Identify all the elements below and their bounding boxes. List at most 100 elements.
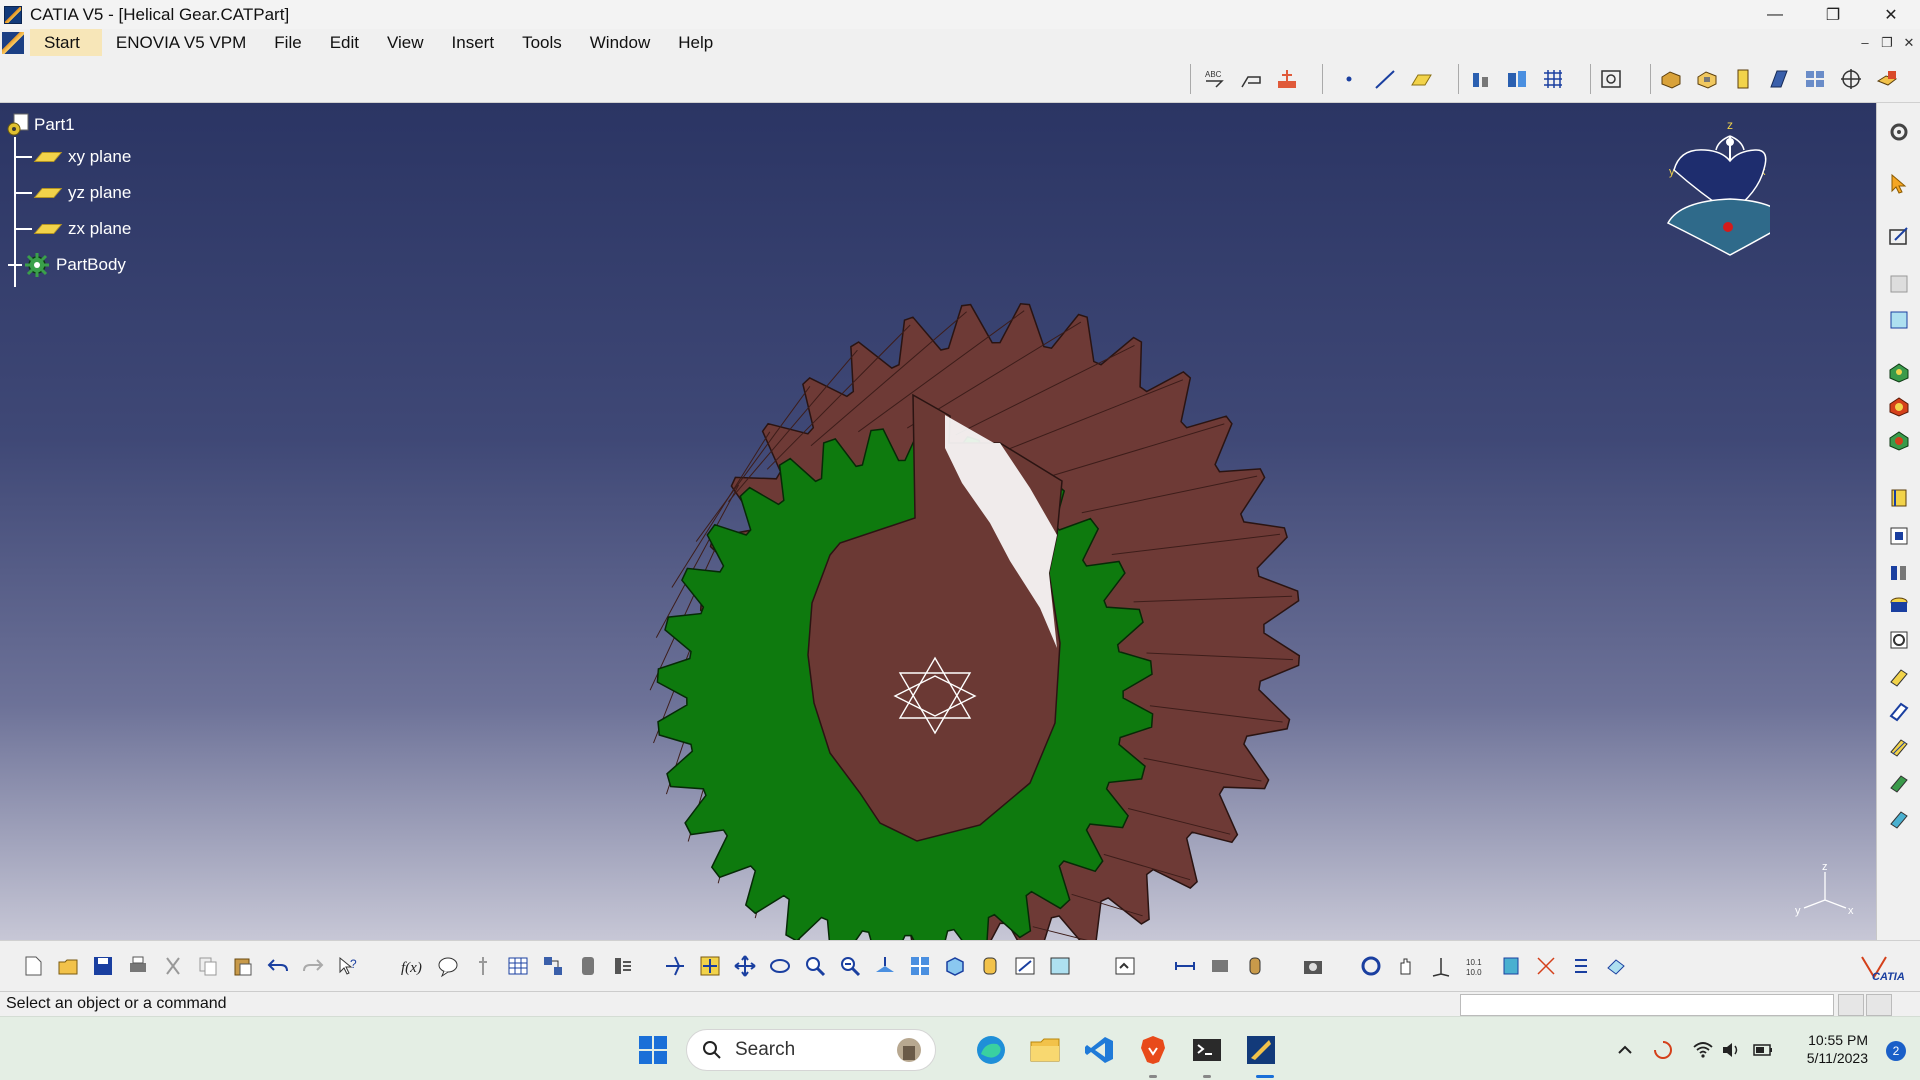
- knowledge-advisor-icon[interactable]: [433, 951, 463, 981]
- redo-icon[interactable]: [298, 951, 328, 981]
- zoom-in-icon[interactable]: [800, 951, 830, 981]
- pan-icon[interactable]: [730, 951, 760, 981]
- capture-camera-icon[interactable]: [1298, 951, 1328, 981]
- sketch-analysis-icon[interactable]: [1356, 951, 1386, 981]
- open-folder-icon[interactable]: [53, 951, 83, 981]
- remove-face-icon[interactable]: [1884, 625, 1914, 655]
- menu-insert[interactable]: Insert: [438, 29, 509, 56]
- scaling-icon[interactable]: [1884, 803, 1914, 833]
- catia-menu-logo-icon[interactable]: [2, 31, 24, 54]
- whats-this-help-icon[interactable]: ?: [333, 951, 363, 981]
- copy-icon[interactable]: [193, 951, 223, 981]
- point-icon[interactable]: [1334, 64, 1364, 94]
- menu-edit[interactable]: Edit: [316, 29, 373, 56]
- hand-tool-icon[interactable]: [1391, 951, 1421, 981]
- cut-icon[interactable]: [158, 951, 188, 981]
- axis-icon[interactable]: [1426, 951, 1456, 981]
- print-icon[interactable]: [123, 951, 153, 981]
- command-options-button[interactable]: [1866, 994, 1892, 1016]
- measure-between-icon[interactable]: [1170, 951, 1200, 981]
- doc-restore-button[interactable]: ❐: [1876, 29, 1898, 56]
- instantiate-icon[interactable]: [538, 951, 568, 981]
- taskbar-clock[interactable]: 10:55 PM 5/11/2023: [1807, 1031, 1868, 1067]
- constraint-icon[interactable]: [1531, 951, 1561, 981]
- pattern-icon[interactable]: [1800, 64, 1830, 94]
- parameters-icon[interactable]: [1466, 64, 1496, 94]
- terminal-icon[interactable]: [1190, 1033, 1224, 1067]
- undo-icon[interactable]: [263, 951, 293, 981]
- battery-icon[interactable]: [1752, 1039, 1774, 1061]
- measure-inertia-icon[interactable]: [1240, 951, 1270, 981]
- pad-icon[interactable]: [1656, 64, 1686, 94]
- axis-system-icon[interactable]: [1836, 64, 1866, 94]
- taskbar-search[interactable]: Search: [686, 1029, 936, 1071]
- fly-mode-icon[interactable]: [660, 951, 690, 981]
- rib-icon[interactable]: [1764, 64, 1794, 94]
- menu-view[interactable]: View: [373, 29, 438, 56]
- shading-icon[interactable]: [975, 951, 1005, 981]
- 3d-viewport[interactable]: Part1 xy plane yz plane zx plane PartBod…: [0, 103, 1876, 940]
- law-icon[interactable]: [468, 951, 498, 981]
- volume-icon[interactable]: [1720, 1039, 1742, 1061]
- flag-note-icon[interactable]: [1236, 64, 1266, 94]
- new-file-icon[interactable]: [18, 951, 48, 981]
- toolbar-grip-icon[interactable]: [1884, 269, 1914, 299]
- fillet-icon[interactable]: [1884, 391, 1914, 421]
- split-icon[interactable]: [1884, 483, 1914, 513]
- fit-all-icon[interactable]: [695, 951, 725, 981]
- command-input[interactable]: [1460, 994, 1834, 1016]
- design-table-icon[interactable]: [503, 951, 533, 981]
- close-button[interactable]: ✕: [1862, 0, 1920, 29]
- options-gear-icon[interactable]: [1884, 117, 1914, 147]
- sync-icon[interactable]: [1652, 1039, 1674, 1061]
- rotate-icon[interactable]: [1884, 695, 1914, 725]
- select-arrow-icon[interactable]: [1884, 169, 1914, 199]
- menu-start[interactable]: Start: [30, 29, 102, 56]
- line-icon[interactable]: [1370, 64, 1400, 94]
- notification-badge[interactable]: 2: [1886, 1041, 1906, 1061]
- pocket-icon[interactable]: [1692, 64, 1722, 94]
- workbench-icon[interactable]: [1601, 951, 1631, 981]
- doc-close-button[interactable]: ✕: [1898, 29, 1920, 56]
- menu-window[interactable]: Window: [576, 29, 664, 56]
- helical-gear-model[interactable]: [0, 103, 1876, 940]
- text-annotation-icon[interactable]: ABC: [1200, 64, 1230, 94]
- hide-show-icon[interactable]: [1010, 951, 1040, 981]
- update-icon[interactable]: [1110, 951, 1140, 981]
- measure-item-icon[interactable]: [1205, 951, 1235, 981]
- windows-start-icon[interactable]: [636, 1033, 670, 1067]
- chamfer-icon[interactable]: [1884, 425, 1914, 455]
- isometric-view-icon[interactable]: [940, 951, 970, 981]
- grid-icon[interactable]: [1538, 64, 1568, 94]
- measure-icon[interactable]: [1272, 64, 1302, 94]
- rule-icon[interactable]: [608, 951, 638, 981]
- restore-button[interactable]: ❐: [1804, 0, 1862, 29]
- minimize-button[interactable]: —: [1746, 0, 1804, 29]
- rotate-view-icon[interactable]: [765, 951, 795, 981]
- show-hidden-icons-chevron-icon[interactable]: [1614, 1039, 1636, 1061]
- graduation-icon[interactable]: 10.1 10.0: [1461, 951, 1491, 981]
- menu-tools[interactable]: Tools: [508, 29, 576, 56]
- compass-icon[interactable]: z y x: [1660, 103, 1770, 283]
- thickness-icon[interactable]: [1884, 521, 1914, 551]
- zoom-out-icon[interactable]: [835, 951, 865, 981]
- vscode-icon[interactable]: [1082, 1033, 1116, 1067]
- swap-visible-space-icon[interactable]: [1045, 951, 1075, 981]
- edge-browser-icon[interactable]: [974, 1033, 1008, 1067]
- brave-browser-icon[interactable]: [1136, 1033, 1170, 1067]
- wifi-icon[interactable]: [1692, 1039, 1714, 1061]
- fit-all-in-icon[interactable]: [1596, 64, 1626, 94]
- save-icon[interactable]: [88, 951, 118, 981]
- catia-taskbar-icon[interactable]: [1244, 1033, 1278, 1067]
- catalog-browser-icon[interactable]: [573, 951, 603, 981]
- multi-view-icon[interactable]: [905, 951, 935, 981]
- paste-icon[interactable]: [228, 951, 258, 981]
- formula-icon[interactable]: f(x): [398, 951, 428, 981]
- shaft-icon[interactable]: [1728, 64, 1758, 94]
- normal-view-icon[interactable]: [870, 951, 900, 981]
- apply-material-icon[interactable]: [1872, 64, 1902, 94]
- translate-icon[interactable]: [1884, 661, 1914, 691]
- catalog-icon[interactable]: [1502, 64, 1532, 94]
- fill-icon[interactable]: [1884, 305, 1914, 335]
- draft-icon[interactable]: [1884, 557, 1914, 587]
